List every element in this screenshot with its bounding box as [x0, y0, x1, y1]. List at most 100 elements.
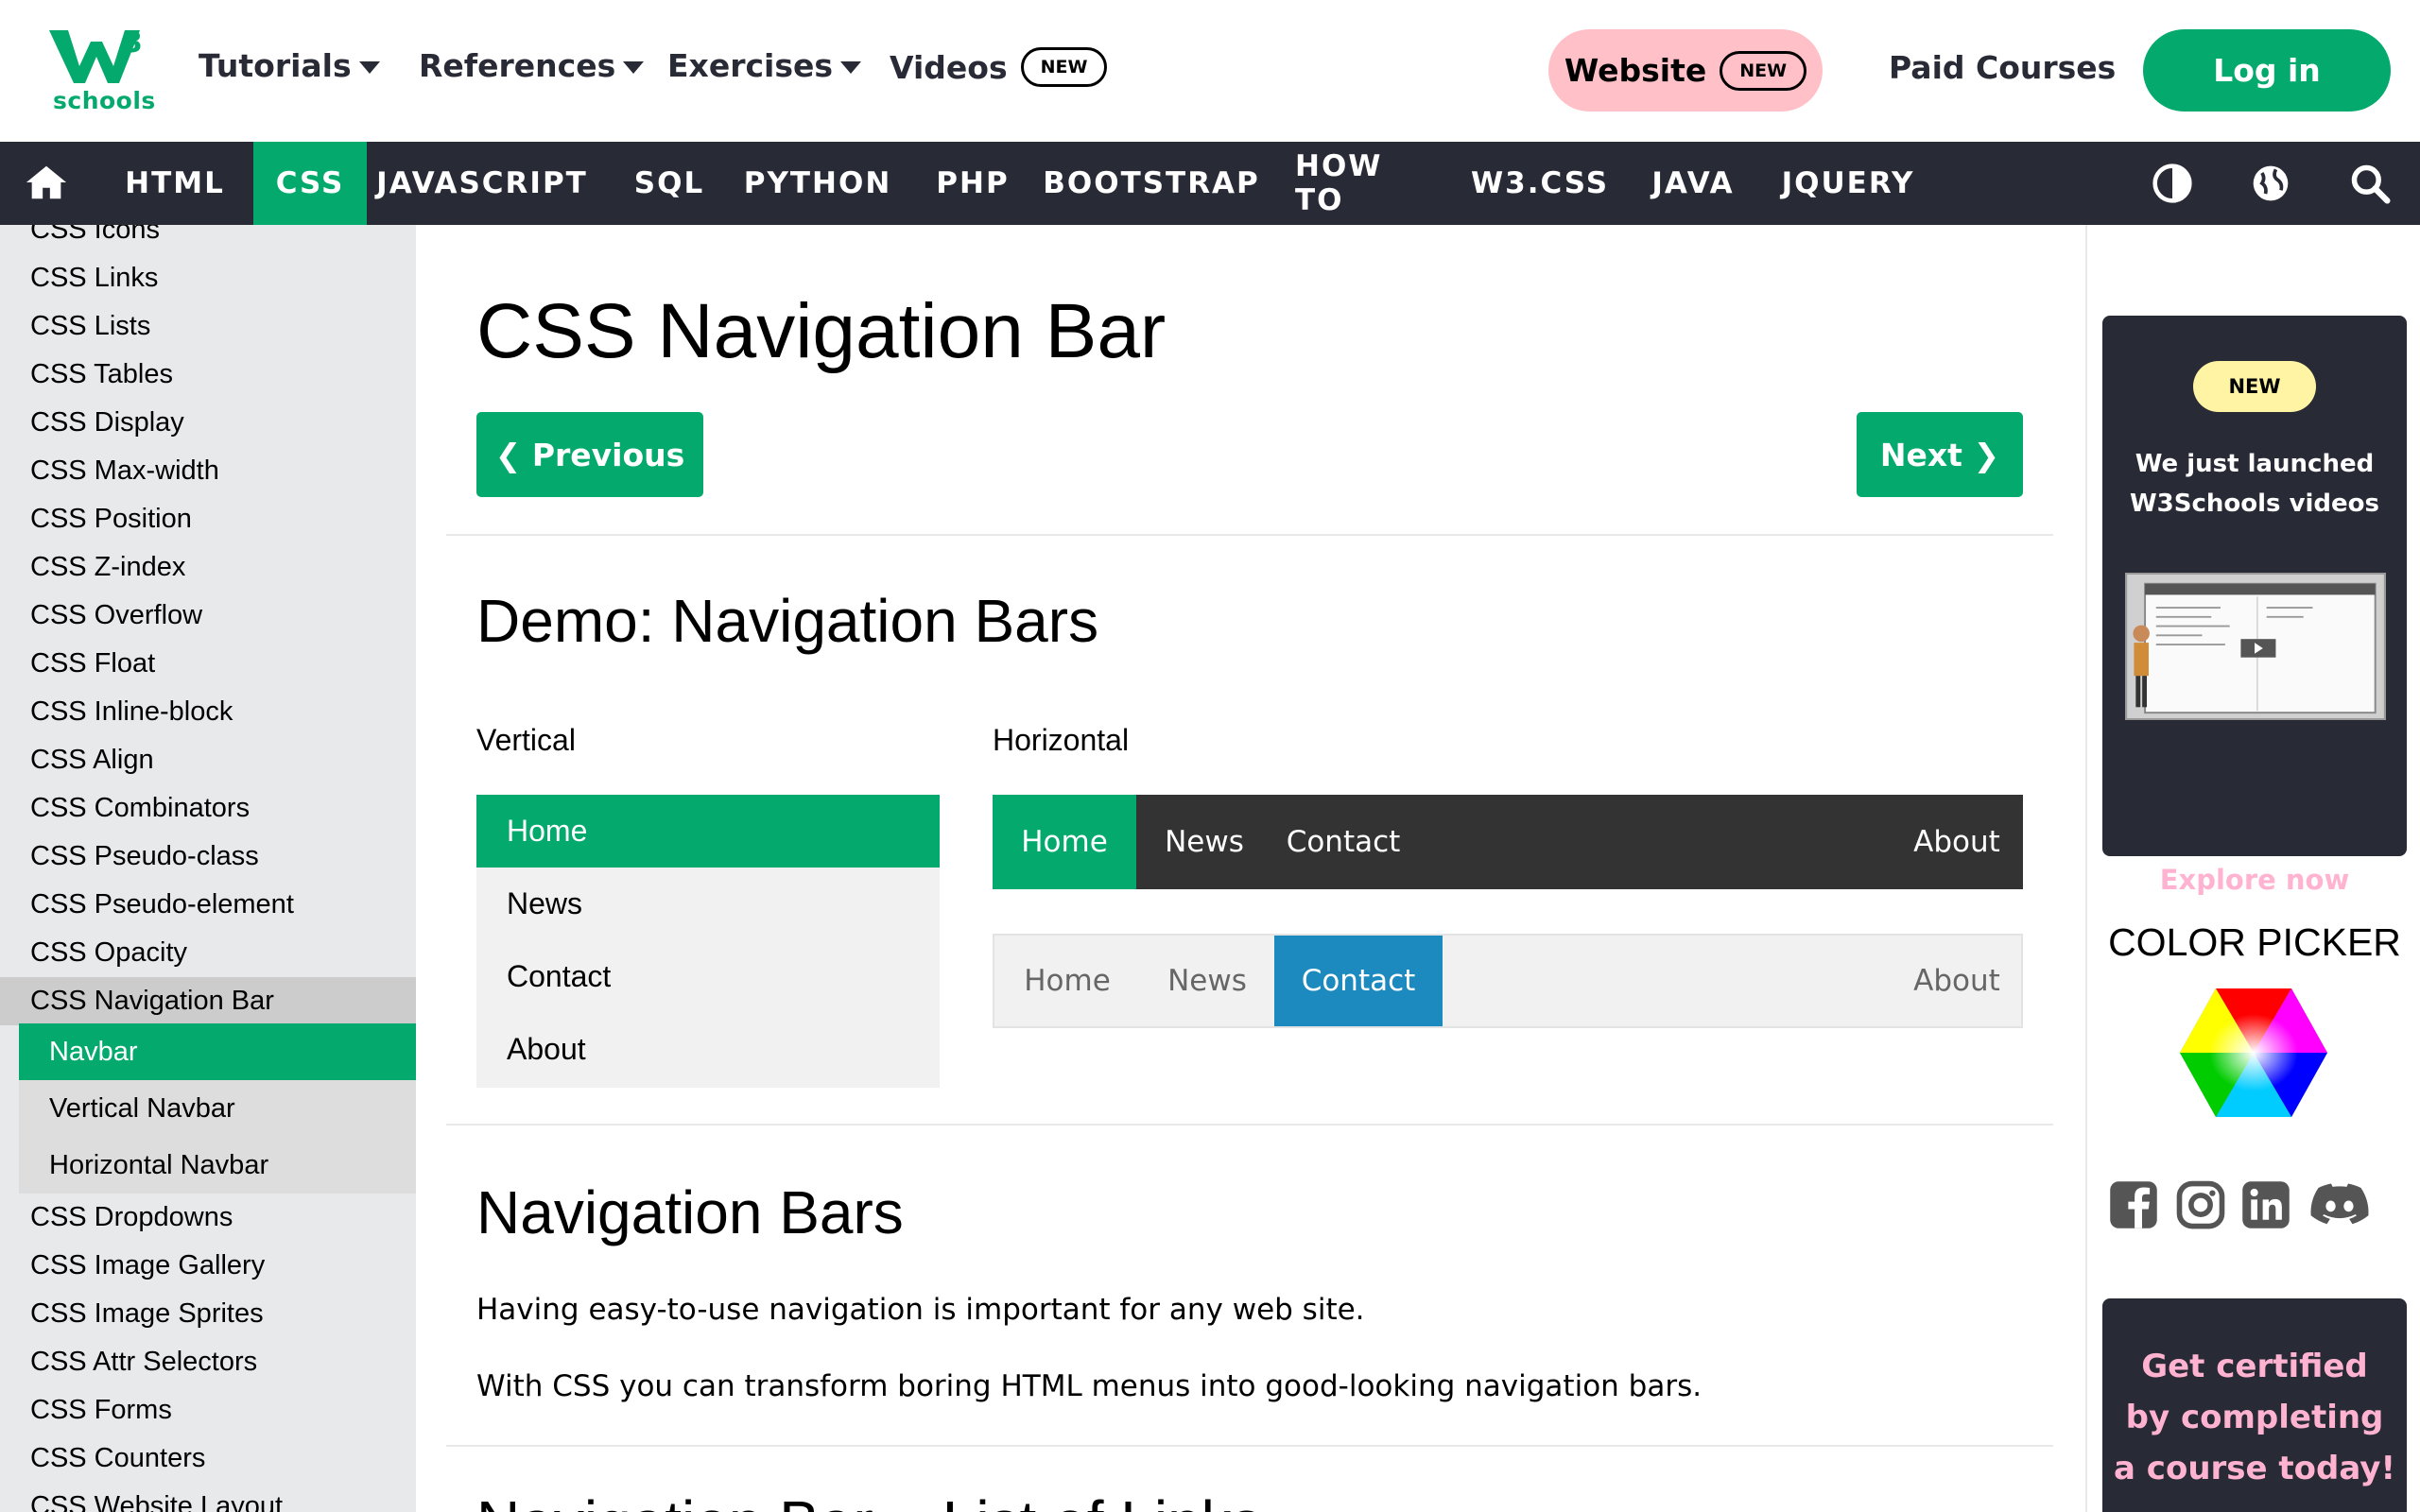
- video-promo-card[interactable]: NEW We just launched W3Schools videos Ex…: [2102, 316, 2407, 896]
- sidebar-item-css-combinators[interactable]: CSS Combinators: [0, 784, 416, 833]
- menu-references[interactable]: References: [419, 47, 645, 84]
- hnav-dark-home[interactable]: Home: [993, 795, 1136, 889]
- vnav-home[interactable]: Home: [476, 795, 940, 868]
- logo-subtitle: schools: [53, 87, 156, 114]
- hnav-dark-about[interactable]: About: [1891, 795, 2023, 889]
- horizontal-navbar-light-demo: Home News Contact About: [993, 934, 2023, 1028]
- menu-exercises[interactable]: Exercises: [667, 47, 862, 84]
- sidebar-item-css-lists[interactable]: CSS Lists: [0, 302, 416, 351]
- new-badge: NEW: [2193, 361, 2316, 412]
- facebook-icon[interactable]: [2108, 1179, 2159, 1230]
- explore-now-link[interactable]: Explore now: [2102, 864, 2407, 896]
- section-heading: Navigation Bars: [476, 1178, 904, 1246]
- nav-w3css[interactable]: W3.CSS: [1471, 142, 1607, 225]
- vnav-news[interactable]: News: [476, 868, 940, 940]
- hnav-light-news[interactable]: News: [1140, 936, 1274, 1026]
- sidebar-item-css-opacity[interactable]: CSS Opacity: [0, 929, 416, 977]
- color-picker-icon[interactable]: [2178, 987, 2329, 1119]
- caret-down-icon: [358, 61, 380, 74]
- horizontal-navbar-dark-demo: Home News Contact About: [993, 795, 2023, 889]
- nav-javascript[interactable]: JAVASCRIPT: [376, 142, 586, 225]
- home-icon[interactable]: [25, 161, 68, 204]
- certification-promo[interactable]: Get certified by completing a course tod…: [2102, 1298, 2407, 1512]
- sidebar-item-css-display[interactable]: CSS Display: [0, 399, 416, 447]
- sidebar-item-css-links[interactable]: CSS Links: [0, 254, 416, 302]
- promo-text: We just launched: [2135, 450, 2375, 478]
- sidebar-item-css-z-index[interactable]: CSS Z-index: [0, 543, 416, 592]
- right-column: NEW We just launched W3Schools videos Ex…: [2085, 225, 2420, 1512]
- vertical-label: Vertical: [476, 723, 576, 757]
- next-button[interactable]: Next ❯: [1857, 412, 2023, 497]
- main-nav-bar: HTML CSS JAVASCRIPT SQL PYTHON PHP BOOTS…: [0, 142, 2420, 225]
- login-button[interactable]: Log in: [2143, 29, 2391, 112]
- sidebar-item-css-counters[interactable]: CSS Counters: [0, 1435, 416, 1483]
- sidebar-item-css-website-layout[interactable]: CSS Website Layout: [0, 1483, 416, 1512]
- nav-html[interactable]: HTML: [113, 142, 236, 225]
- menu-tutorials-label: Tutorials: [199, 47, 352, 84]
- menu-exercises-label: Exercises: [667, 47, 834, 84]
- new-badge: NEW: [1020, 47, 1108, 87]
- nav-howto[interactable]: HOW TO: [1295, 142, 1437, 225]
- menu-tutorials[interactable]: Tutorials: [199, 47, 380, 84]
- cert-text: Get certified: [2141, 1348, 2368, 1385]
- hnav-dark-contact[interactable]: Contact: [1272, 795, 1414, 889]
- website-label: Website: [1564, 52, 1707, 89]
- divider: [446, 1124, 2053, 1125]
- hnav-dark-news[interactable]: News: [1136, 795, 1272, 889]
- menu-references-label: References: [419, 47, 616, 84]
- previous-button[interactable]: ❮ Previous: [476, 412, 703, 497]
- sidebar-item-css-image-gallery[interactable]: CSS Image Gallery: [0, 1242, 416, 1290]
- hnav-light-home[interactable]: Home: [994, 936, 1140, 1026]
- w3schools-logo[interactable]: 3 schools: [49, 26, 155, 115]
- menu-videos-label: Videos: [890, 48, 1008, 86]
- sidebar-item-css-max-width[interactable]: CSS Max-width: [0, 447, 416, 495]
- sidebar-sub-vertical-navbar[interactable]: Vertical Navbar: [19, 1080, 416, 1137]
- vnav-about[interactable]: About: [476, 1013, 940, 1086]
- next-section-heading: Navigation Bar = List of Links: [476, 1487, 1262, 1512]
- sidebar-item-css-position[interactable]: CSS Position: [0, 495, 416, 543]
- sidebar-item-css-inline-block[interactable]: CSS Inline-block: [0, 688, 416, 736]
- sidebar-item-css-image-sprites[interactable]: CSS Image Sprites: [0, 1290, 416, 1338]
- nav-bootstrap[interactable]: BOOTSTRAP: [1043, 142, 1258, 225]
- caret-down-icon: [623, 61, 645, 74]
- nav-python[interactable]: PYTHON: [744, 142, 890, 225]
- sidebar-sub-navbar[interactable]: Navbar: [19, 1023, 416, 1080]
- sidebar-item-css-attr-selectors[interactable]: CSS Attr Selectors: [0, 1338, 416, 1386]
- sidebar-item-css-pseudo-element[interactable]: CSS Pseudo-element: [0, 881, 416, 929]
- linkedin-icon[interactable]: [2240, 1179, 2291, 1230]
- sidebar-item-css-pseudo-class[interactable]: CSS Pseudo-class: [0, 833, 416, 881]
- menu-videos[interactable]: Videos NEW: [890, 47, 1108, 87]
- instagram-icon[interactable]: [2175, 1179, 2226, 1230]
- sidebar-item-css-forms[interactable]: CSS Forms: [0, 1386, 416, 1435]
- divider: [446, 534, 2053, 536]
- divider: [446, 1445, 2053, 1447]
- paid-courses-link[interactable]: Paid Courses: [1889, 49, 2116, 86]
- sidebar-item-css-tables[interactable]: CSS Tables: [0, 351, 416, 399]
- sidebar-sub-horizontal-navbar[interactable]: Horizontal Navbar: [19, 1137, 416, 1194]
- main-content: CSS Navigation Bar ❮ Previous Next ❯ Dem…: [416, 225, 2085, 1512]
- cert-text: by completing: [2125, 1399, 2384, 1436]
- nav-css[interactable]: CSS: [253, 142, 367, 225]
- sidebar-item-css-navigation-bar[interactable]: CSS Navigation Bar: [0, 977, 416, 1025]
- globe-icon[interactable]: [2250, 163, 2291, 204]
- new-badge: NEW: [1720, 50, 1807, 91]
- nav-java[interactable]: JAVA: [1647, 142, 1739, 225]
- nav-php[interactable]: PHP: [931, 142, 1014, 225]
- sidebar-item-css-align[interactable]: CSS Align: [0, 736, 416, 784]
- top-bar: 3 schools Tutorials References Exercises…: [0, 0, 2420, 142]
- logo-superscript: 3: [123, 26, 143, 60]
- sidebar-item-css-icons[interactable]: CSS Icons: [0, 225, 416, 254]
- vnav-contact[interactable]: Contact: [476, 940, 940, 1013]
- nav-sql[interactable]: SQL: [626, 142, 713, 225]
- website-button[interactable]: Website NEW: [1548, 29, 1823, 112]
- hnav-light-about[interactable]: About: [1893, 936, 2021, 1026]
- hnav-light-contact[interactable]: Contact: [1274, 936, 1443, 1026]
- nav-jquery[interactable]: JQUERY: [1782, 142, 1914, 225]
- search-icon[interactable]: [2349, 163, 2391, 204]
- contrast-icon[interactable]: [2152, 163, 2193, 204]
- paragraph: With CSS you can transform boring HTML m…: [476, 1369, 1703, 1403]
- sidebar-item-css-float[interactable]: CSS Float: [0, 640, 416, 688]
- sidebar-item-css-overflow[interactable]: CSS Overflow: [0, 592, 416, 640]
- discord-icon[interactable]: [2307, 1179, 2373, 1230]
- sidebar-item-css-dropdowns[interactable]: CSS Dropdowns: [0, 1194, 416, 1242]
